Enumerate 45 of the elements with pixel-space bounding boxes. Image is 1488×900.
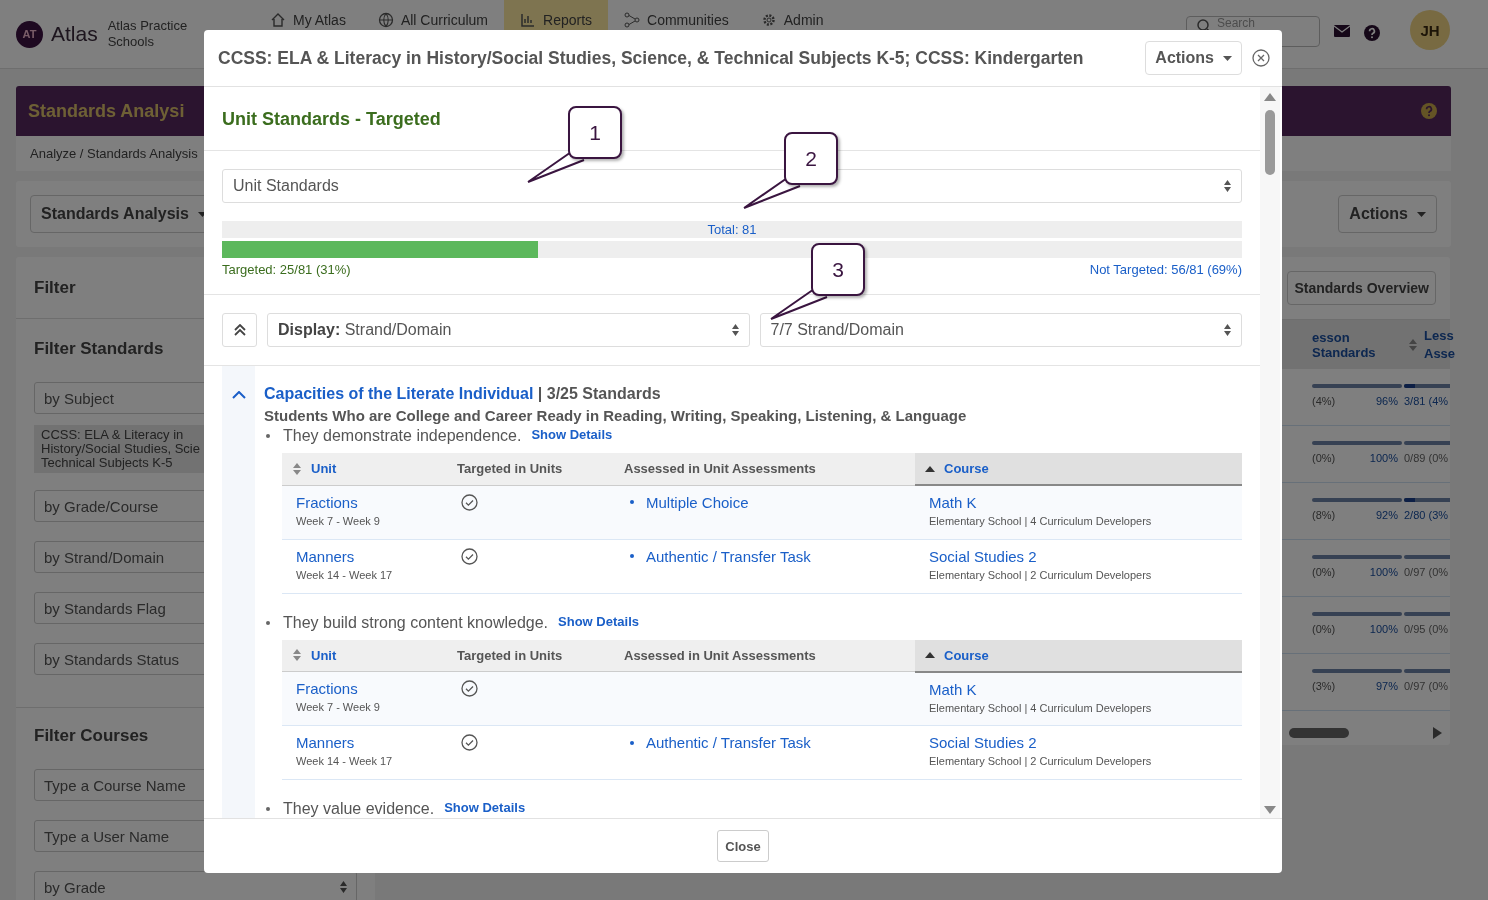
panel-title: Filter — [34, 277, 76, 298]
course-details: Elementary School | 4 Curriculum Developers — [929, 515, 1153, 527]
table-cell: (0%) — [1312, 566, 1336, 578]
table-cell: (0%) — [1312, 452, 1336, 464]
progress-label: Total: 81 — [222, 221, 1242, 238]
brand-name: Atlas — [51, 22, 98, 46]
page-title: Standards Analysi — [28, 100, 185, 122]
modal-title: CCSS: ELA & Literacy in History/Social Studies, Science, & Technical Subjects K-5; CCSS: Kindergarten — [218, 47, 1085, 69]
targeted-count: Targeted: 25/81 (31%) — [222, 262, 351, 277]
table-cell-text: 100% — [1369, 452, 1399, 464]
section-title: Filter Courses — [34, 726, 149, 746]
week-range: Week 7 - Week 9 — [296, 701, 381, 713]
table-cell-text: 0/97 (0% — [1403, 566, 1450, 578]
school-name: Atlas Practice Schools — [107, 18, 189, 50]
not-targeted-count: Not Targeted: 56/81 (69%) — [1089, 262, 1242, 277]
table-cell-text: 92% — [1375, 509, 1399, 521]
section-heading: Unit Standards - Targeted — [222, 109, 441, 130]
table-cell-text: 2/80 (3% — [1403, 509, 1450, 521]
callout-bubble: 1 — [568, 106, 622, 159]
callout-bubble: 3 — [811, 243, 865, 296]
course-details: Elementary School | 2 Curriculum Developers — [929, 568, 1153, 581]
section-title: Filter Standards — [34, 339, 164, 359]
table-cell-text: 0/97 (0% — [1403, 680, 1450, 692]
table-cell-text: 100% — [1369, 566, 1399, 578]
column-header: Assessed in Unit Assessments — [624, 461, 817, 477]
table-cell-text: 100% — [1369, 623, 1399, 635]
standard-text: They value evidence. — [283, 800, 435, 818]
column-header: Assessed in Unit Assessments — [624, 647, 817, 663]
table-cell: (3%) — [1312, 680, 1336, 692]
column-header: Targeted in Units — [457, 647, 564, 663]
table-cell-text: 3/81 (4% — [1403, 395, 1450, 407]
table-cell: (4%) — [1312, 395, 1336, 407]
logo-mark: AT — [16, 20, 43, 48]
week-range: Week 14 - Week 17 — [296, 755, 394, 767]
callout-bubble: 2 — [784, 132, 838, 185]
table-cell: (8%) — [1312, 509, 1336, 521]
table-cell-text: 96% — [1375, 395, 1399, 407]
table-cell-text: 97% — [1375, 680, 1399, 692]
table-cell-text: 0/95 (0% — [1403, 623, 1450, 635]
table-cell: (0%) — [1312, 623, 1336, 635]
course-details: Elementary School | 2 Curriculum Developers — [929, 755, 1153, 767]
column-header: Targeted in Units — [457, 461, 564, 477]
course-details: Elementary School | 4 Curriculum Developers — [929, 701, 1153, 714]
table-cell-text: 0/89 (0% — [1403, 452, 1450, 464]
standards-count: | 3/25 Standards — [536, 385, 661, 402]
